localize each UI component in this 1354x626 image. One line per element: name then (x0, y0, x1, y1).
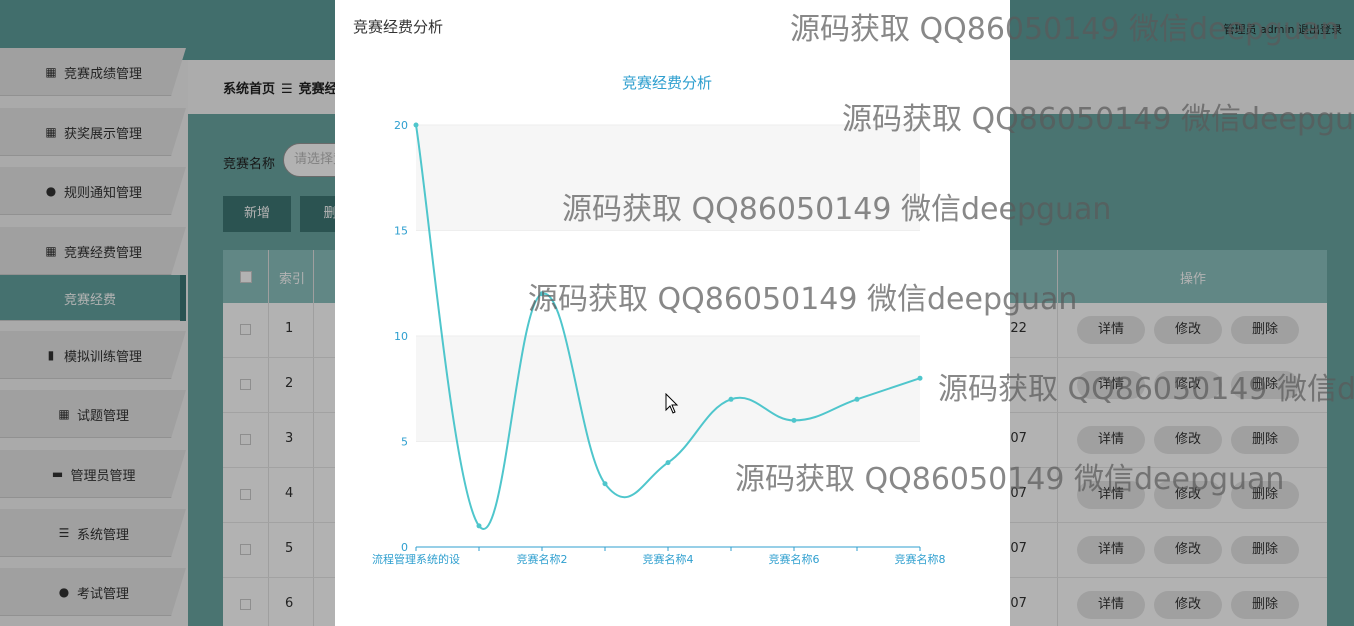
x-tick-label: 竞赛名称6 (769, 552, 820, 566)
chart-title: 竞赛经费分析 (622, 74, 712, 92)
data-point (665, 460, 671, 466)
mouse-cursor-icon (665, 393, 679, 414)
data-point (917, 375, 923, 381)
y-tick-label: 10 (394, 330, 408, 343)
y-axis-ticks: 05101520 (394, 119, 408, 554)
x-tick-label: 竞赛名称2 (517, 552, 568, 566)
x-tick-label: 竞赛名称4 (643, 552, 694, 566)
grid-band (416, 336, 920, 442)
chart-dialog: 竞赛经费分析 竞赛经费分析 0 5 10 15 20 流程管理系统的设 竞赛名称2 竞赛名称… (335, 0, 1010, 626)
x-tick-label: 流程管理系统的设 (372, 552, 460, 566)
data-point (413, 122, 419, 128)
x-tick-label: 竞赛名称8 (895, 552, 946, 566)
x-axis: 流程管理系统的设 竞赛名称2 竞赛名称4 竞赛名称6 竞赛名称8 (372, 546, 946, 566)
data-point (791, 417, 797, 423)
grid-band (416, 125, 920, 231)
data-point (602, 481, 608, 487)
data-point (728, 396, 734, 402)
data-point (539, 291, 545, 297)
y-tick-label: 20 (394, 119, 408, 132)
funding-line-chart: 竞赛经费分析 05101520 流程管理系统的设 竞赛名称2 竞赛名称4 竞赛名称6 竞… (372, 74, 946, 566)
y-tick-label: 5 (401, 436, 408, 449)
data-point (854, 396, 860, 402)
y-tick-label: 15 (394, 225, 408, 238)
data-point (476, 523, 482, 529)
